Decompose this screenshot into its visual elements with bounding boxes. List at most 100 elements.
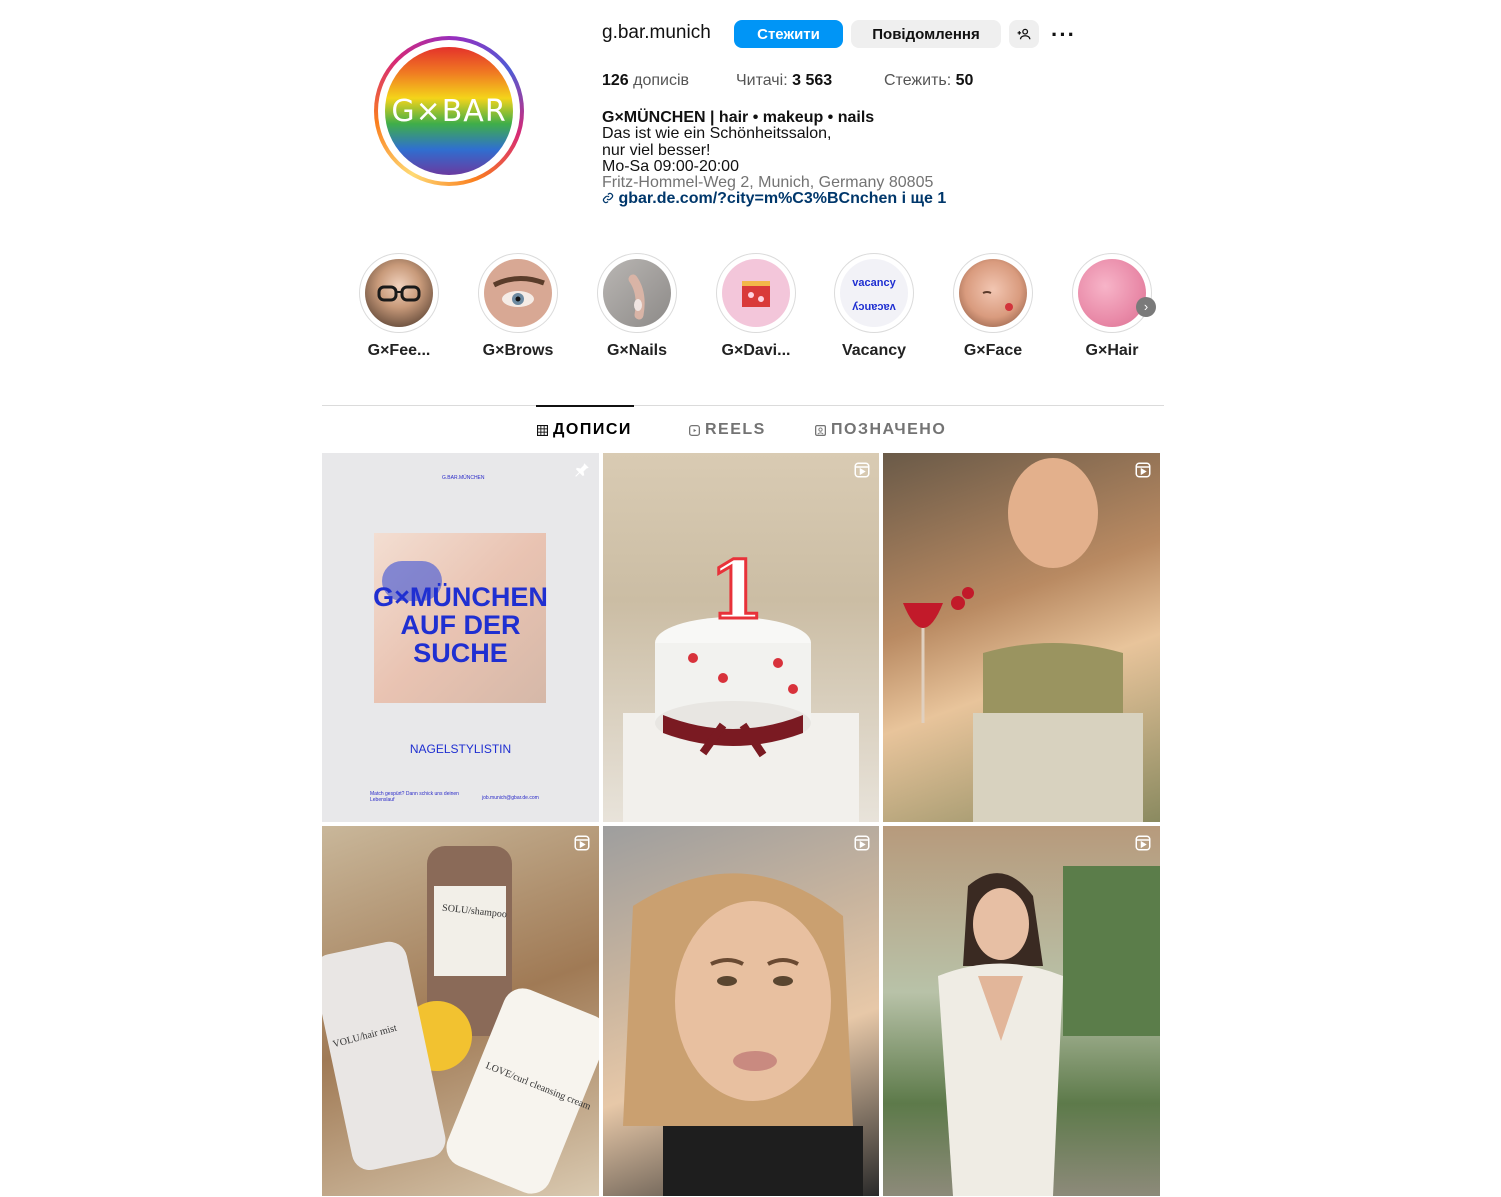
poster-subtitle: NAGELSTYLISTIN bbox=[409, 742, 512, 756]
followers-label: Читачі: bbox=[736, 72, 788, 89]
highlight-label: G×Nails bbox=[606, 342, 668, 359]
tab-tagged-label: ПОЗНАЧЕНО bbox=[831, 421, 947, 438]
bio-address[interactable]: Fritz-Hommel-Weg 2, Munich, Germany 8080… bbox=[602, 174, 946, 191]
followers-stat[interactable]: Читачі: 3 563 bbox=[736, 72, 832, 90]
reels-icon bbox=[854, 462, 870, 478]
highlight-label: G×Face bbox=[963, 342, 1023, 359]
tab-reels-label: REELS bbox=[705, 421, 766, 438]
highlight-image bbox=[365, 259, 433, 327]
post-tile-products[interactable]: SOLU/shampoo VOLU/hair mist LOVE/curl cl… bbox=[322, 826, 599, 1196]
link-icon bbox=[602, 193, 614, 204]
poster-footer-left: Match gespürt? Dann schick uns deinen Le… bbox=[370, 791, 459, 803]
bio-line: nur viel besser! bbox=[602, 141, 711, 159]
posts-label: дописів bbox=[633, 72, 690, 89]
product-box-art bbox=[742, 281, 770, 307]
post-tile-drink[interactable] bbox=[883, 453, 1160, 822]
highlight-label: Vacancy bbox=[841, 342, 907, 359]
outdoor-art bbox=[938, 866, 1160, 1196]
highlight-ring bbox=[716, 253, 796, 333]
vacancy-art: vacancy vacancy bbox=[851, 277, 896, 313]
poster-title-line: AUF DER bbox=[400, 610, 521, 640]
highlight-ring bbox=[478, 253, 558, 333]
highlight-image bbox=[959, 259, 1027, 327]
bio-line: Das ist wie ein Schönheitssalon, bbox=[602, 125, 832, 143]
highlight-image bbox=[484, 259, 552, 327]
following-count: 50 bbox=[955, 72, 974, 89]
following-stat[interactable]: Стежить: 50 bbox=[884, 72, 973, 90]
poster-footer-right: job.munich@gbar.de.com bbox=[482, 795, 539, 801]
bio-link[interactable]: gbar.de.com/?city=m%C3%BCnchen і ще 1 bbox=[602, 191, 946, 207]
drink-art bbox=[903, 458, 1143, 822]
bio-hours: Mo-Sa 09:00-20:00 bbox=[602, 157, 739, 175]
posts-stat: 126 дописів bbox=[602, 72, 689, 90]
tagged-icon bbox=[815, 424, 826, 436]
reels-icon bbox=[854, 835, 870, 851]
add-person-icon bbox=[1017, 28, 1031, 40]
reels-icon bbox=[1135, 835, 1151, 851]
chevron-right-icon[interactable]: › bbox=[1136, 297, 1156, 317]
pin-icon bbox=[575, 463, 589, 477]
post-tile-vacancy-poster[interactable]: G.BAR.MÜNCHEN G×MÜNCHEN AUF DER SUCHE NA… bbox=[322, 453, 599, 822]
highlight-ring: vacancy vacancy bbox=[834, 253, 914, 333]
face-art bbox=[982, 291, 1013, 311]
post-tile-cake[interactable]: 1 bbox=[603, 453, 879, 822]
highlight-brows[interactable]: G×Brows bbox=[478, 253, 558, 360]
reels-icon bbox=[1135, 462, 1151, 478]
tabs-divider bbox=[322, 405, 1164, 406]
highlight-ring bbox=[953, 253, 1033, 333]
selfie-art bbox=[623, 873, 863, 1196]
highlight-davines[interactable]: G×Davi... bbox=[716, 253, 796, 360]
bio: G×MÜNCHEN | hair • makeup • nails Das is… bbox=[602, 109, 946, 208]
highlight-label: G×Brows bbox=[482, 342, 554, 359]
message-button[interactable]: Повідомлення bbox=[851, 20, 1001, 48]
reels-icon bbox=[689, 424, 700, 436]
poster-title: G×MÜNCHEN AUF DER SUCHE bbox=[322, 583, 599, 667]
svg-text:vacancy: vacancy bbox=[852, 277, 896, 289]
posts-count: 126 bbox=[602, 72, 629, 89]
highlight-nails[interactable]: G×Nails bbox=[597, 253, 677, 360]
reels-icon bbox=[574, 835, 590, 851]
bio-link-text: gbar.de.com/?city=m%C3%BCnchen і ще 1 bbox=[618, 190, 947, 208]
highlight-face[interactable]: G×Face bbox=[953, 253, 1033, 360]
cake-art bbox=[623, 617, 859, 822]
highlight-image bbox=[603, 259, 671, 327]
bio-name: G×MÜNCHEN | hair • makeup • nails bbox=[602, 109, 875, 126]
more-icon[interactable]: ··· bbox=[1051, 22, 1076, 48]
active-tab-indicator bbox=[536, 405, 634, 407]
following-label: Стежить: bbox=[884, 72, 952, 89]
products-art bbox=[322, 846, 599, 1194]
profile-avatar[interactable]: G×BAR bbox=[374, 36, 524, 186]
highlight-image bbox=[1078, 259, 1146, 327]
highlight-label: G×Hair bbox=[1085, 342, 1139, 359]
avatar-rainbow: G×BAR bbox=[385, 47, 513, 175]
highlight-ring bbox=[1072, 253, 1152, 333]
highlight-ring bbox=[359, 253, 439, 333]
avatar-inner: G×BAR bbox=[378, 40, 520, 182]
grid-icon bbox=[537, 424, 548, 436]
post-tile-selfie[interactable] bbox=[603, 826, 879, 1196]
tab-reels[interactable]: REELS bbox=[689, 421, 766, 439]
highlight-feedback[interactable]: G×Fee... bbox=[359, 253, 439, 360]
eye-art bbox=[492, 276, 545, 307]
highlight-image bbox=[722, 259, 790, 327]
tab-posts[interactable]: ДОПИСИ bbox=[537, 421, 632, 439]
tab-posts-label: ДОПИСИ bbox=[553, 421, 632, 438]
poster-title-line: SUCHE bbox=[413, 638, 508, 668]
suggest-accounts-button[interactable] bbox=[1009, 20, 1039, 48]
tab-tagged[interactable]: ПОЗНАЧЕНО bbox=[815, 421, 946, 439]
cake-candle: 1 bbox=[708, 542, 767, 639]
follow-button[interactable]: Стежити bbox=[734, 20, 843, 48]
highlight-vacancy[interactable]: vacancy vacancy Vacancy bbox=[834, 253, 914, 360]
poster-title-line: G×MÜNCHEN bbox=[373, 582, 548, 612]
post-tile-outdoor[interactable] bbox=[883, 826, 1160, 1196]
followers-count: 3 563 bbox=[792, 72, 833, 89]
svg-text:vacancy: vacancy bbox=[851, 301, 895, 313]
glasses-face-art bbox=[377, 285, 421, 302]
highlight-ring bbox=[597, 253, 677, 333]
hand-art bbox=[628, 274, 645, 320]
highlight-image: vacancy vacancy bbox=[840, 259, 908, 327]
highlight-label: G×Fee... bbox=[367, 342, 431, 359]
avatar-logo-text: G×BAR bbox=[391, 93, 507, 129]
poster-brand: G.BAR.MÜNCHEN bbox=[442, 475, 485, 481]
username: g.bar.munich bbox=[602, 22, 711, 43]
